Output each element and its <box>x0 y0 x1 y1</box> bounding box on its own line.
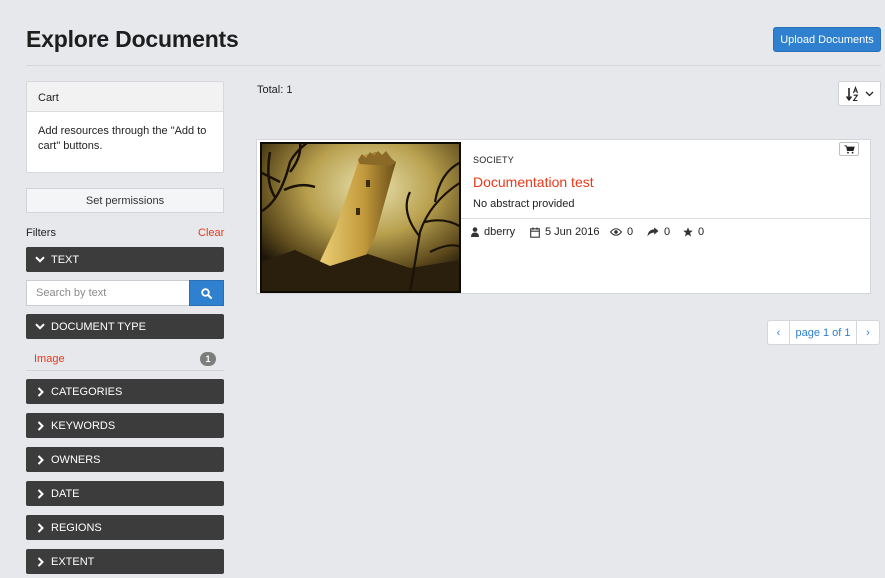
chevron-right-icon <box>33 522 47 533</box>
share-icon <box>647 227 659 237</box>
document-abstract: No abstract provided <box>473 198 575 210</box>
facet-document-type-header[interactable]: DOCUMENT TYPE <box>26 314 224 339</box>
chevron-right-icon <box>33 454 47 465</box>
facet-text-header[interactable]: TEXT <box>26 247 224 272</box>
chevron-down-icon <box>33 323 47 330</box>
document-owner-name: dberry <box>484 226 516 238</box>
facet-categories-header[interactable]: CATEGORIES <box>26 379 224 404</box>
document-category: SOCIETY <box>473 155 514 165</box>
filters-label: Filters <box>26 227 56 239</box>
cart-icon <box>844 144 855 154</box>
facet-regions-header[interactable]: REGIONS <box>26 515 224 540</box>
chevron-down-icon <box>33 256 47 263</box>
facet-item-image: Image 1 <box>26 349 224 371</box>
page-indicator: page 1 of 1 <box>790 320 857 345</box>
user-icon <box>471 227 479 237</box>
document-owner[interactable]: dberry <box>471 226 515 238</box>
cart-panel: Cart Add resources through the "Add to c… <box>26 81 224 173</box>
add-to-cart-button[interactable] <box>839 142 859 156</box>
title-divider <box>26 65 881 66</box>
document-views-count: 0 <box>627 226 634 238</box>
facet-categories-label: CATEGORIES <box>51 385 123 398</box>
sort-dropdown-button[interactable] <box>838 81 881 106</box>
document-views: 0 <box>610 226 633 238</box>
calendar-icon <box>530 227 540 238</box>
facet-owners-header[interactable]: OWNERS <box>26 447 224 472</box>
card-divider <box>461 218 871 219</box>
facet-date-header[interactable]: DATE <box>26 481 224 506</box>
document-thumbnail[interactable] <box>260 142 461 293</box>
facet-extent-header[interactable]: EXTENT <box>26 549 224 574</box>
facet-extent-label: EXTENT <box>51 555 95 568</box>
eye-icon <box>610 228 622 236</box>
facet-item-count-badge: 1 <box>200 352 216 366</box>
chevron-right-icon <box>33 420 47 431</box>
next-page-button[interactable]: › <box>857 320 880 345</box>
document-rating: 0 <box>683 226 704 238</box>
search-icon <box>201 287 212 299</box>
chevron-right-icon <box>33 488 47 499</box>
facet-date-label: DATE <box>51 487 80 500</box>
facet-document-type-label: DOCUMENT TYPE <box>51 320 146 333</box>
document-date: 5 Jun 2016 <box>530 226 599 238</box>
chevron-right-icon <box>33 556 47 567</box>
previous-page-button[interactable]: ‹ <box>767 320 790 345</box>
document-card: SOCIETY Documentation test No abstract p… <box>256 139 871 294</box>
cart-title: Cart <box>27 82 223 112</box>
clear-filters-link[interactable]: Clear <box>198 227 224 239</box>
facet-text-label: TEXT <box>51 253 80 266</box>
page-title: Explore Documents <box>26 26 239 52</box>
facet-regions-label: REGIONS <box>51 521 102 534</box>
upload-documents-button[interactable]: Upload Documents <box>773 27 881 52</box>
facet-keywords-header[interactable]: KEYWORDS <box>26 413 224 438</box>
chevron-down-icon <box>865 91 873 96</box>
document-date-text: 5 Jun 2016 <box>545 226 600 238</box>
cart-message: Add resources through the "Add to cart" … <box>38 125 207 152</box>
document-shares: 0 <box>647 226 670 238</box>
chevron-right-icon <box>33 386 47 397</box>
star-icon <box>683 227 693 237</box>
facet-owners-label: OWNERS <box>51 453 101 466</box>
document-shares-count: 0 <box>664 226 671 238</box>
search-text-input[interactable] <box>26 280 189 306</box>
document-rating-count: 0 <box>698 226 705 238</box>
facet-keywords-label: KEYWORDS <box>51 419 116 432</box>
document-title-link[interactable]: Documentation test <box>473 174 594 190</box>
pagination: ‹ page 1 of 1 › <box>767 320 880 345</box>
search-button[interactable] <box>189 280 224 306</box>
sort-alpha-icon <box>845 85 858 101</box>
facet-item-image-label[interactable]: Image <box>34 353 65 365</box>
results-total: Total: 1 <box>257 84 293 96</box>
set-permissions-button[interactable]: Set permissions <box>26 188 224 213</box>
